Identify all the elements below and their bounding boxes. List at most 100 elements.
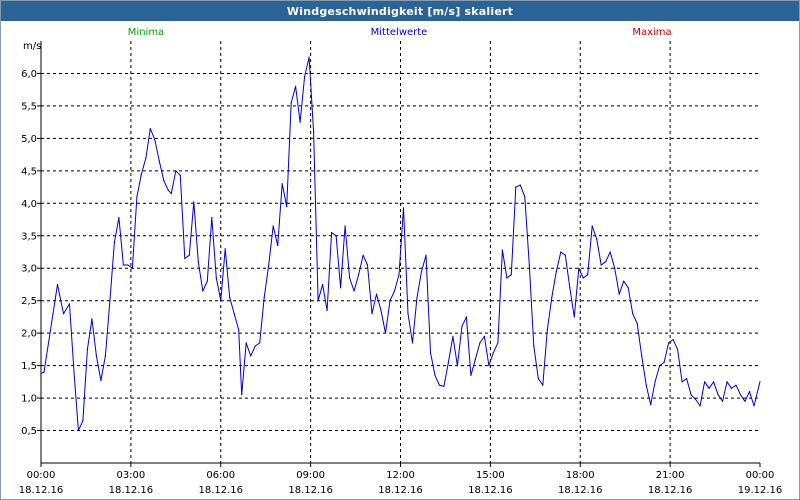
data-point-91 (452, 335, 454, 337)
data-point-52 (277, 244, 279, 247)
x-tick-date-7: 18.12.16 (648, 485, 693, 496)
data-point-82 (411, 342, 414, 344)
data-point-93 (461, 326, 463, 328)
data-point-84 (420, 270, 423, 273)
y-tick-label-8: 4,5 (21, 166, 37, 177)
legend-maxima: Maxima (632, 27, 671, 38)
data-point-62 (322, 283, 324, 286)
data-point-27 (167, 189, 169, 191)
data-point-134 (645, 384, 647, 386)
data-point-76 (384, 332, 387, 334)
data-point-83 (416, 296, 418, 298)
data-point-2 (52, 313, 54, 315)
data-point-136 (654, 381, 656, 383)
data-point-149 (713, 381, 715, 383)
data-point-90 (447, 361, 449, 363)
data-point-126 (609, 251, 611, 253)
data-point-69 (353, 290, 355, 292)
data-point-51 (272, 225, 274, 227)
data-point-38 (215, 277, 217, 279)
data-point-25 (158, 160, 160, 162)
data-point-16 (118, 217, 120, 219)
data-point-119 (578, 267, 580, 269)
y-tick-label-2: 1,5 (21, 361, 37, 372)
data-point-18 (127, 264, 129, 266)
x-tick-date-8: 19.12.16 (738, 485, 783, 496)
data-point-145 (695, 398, 697, 400)
data-point-80 (402, 207, 405, 209)
data-point-140 (672, 339, 674, 341)
data-point-24 (154, 139, 156, 141)
data-point-109 (533, 345, 535, 347)
x-tick-time-1: 03:00 (116, 470, 145, 481)
data-point-67 (344, 225, 346, 227)
data-point-79 (398, 274, 400, 276)
data-point-127 (614, 267, 616, 269)
data-point-78 (393, 290, 396, 292)
data-point-132 (636, 322, 638, 324)
data-point-6 (73, 371, 75, 373)
x-tick-date-0: 18.12.16 (19, 485, 64, 496)
x-tick-date-2: 18.12.16 (198, 485, 243, 496)
data-point-32 (188, 254, 190, 256)
data-point-68 (349, 277, 351, 279)
data-point-110 (537, 378, 539, 380)
data-point-88 (438, 384, 440, 386)
x-tick-time-6: 18:00 (566, 470, 595, 481)
data-point-123 (596, 238, 598, 240)
data-point-144 (690, 394, 692, 396)
y-tick-label-10: 5,5 (21, 101, 37, 112)
data-point-3 (56, 283, 59, 286)
y-tick-label-7: 4,0 (21, 199, 37, 210)
x-tick-time-8: 00:00 (746, 470, 775, 481)
axes (37, 41, 761, 467)
data-point-111 (542, 384, 544, 386)
data-point-5 (68, 303, 71, 305)
data-point-20 (136, 196, 138, 198)
data-point-97 (479, 342, 481, 344)
data-point-85 (425, 254, 427, 256)
data-point-14 (109, 300, 111, 302)
y-tick-label-0: 0,5 (21, 426, 37, 437)
data-point-9 (86, 348, 88, 350)
data-point-53 (281, 183, 283, 185)
data-point-128 (618, 293, 620, 295)
data-point-102 (501, 249, 503, 251)
data-point-98 (483, 335, 485, 337)
data-point-86 (429, 352, 432, 354)
data-point-36 (206, 280, 208, 282)
data-point-95 (470, 374, 472, 376)
data-point-135 (650, 404, 652, 406)
data-point-155 (739, 394, 742, 396)
data-point-58 (304, 76, 306, 78)
data-point-117 (569, 287, 571, 289)
data-point-33 (193, 201, 195, 203)
data-point-100 (492, 352, 494, 354)
x-tick-date-5: 18.12.16 (468, 485, 513, 496)
data-point-10 (91, 318, 93, 320)
data-point-118 (573, 316, 575, 318)
data-point-54 (286, 206, 288, 208)
data-point-30 (179, 174, 181, 176)
data-point-61 (317, 300, 319, 302)
data-point-94 (465, 316, 467, 318)
data-point-48 (259, 342, 261, 344)
data-point-60 (313, 131, 315, 133)
x-tick-time-7: 21:00 (656, 470, 685, 481)
data-point-63 (326, 309, 328, 311)
data-point-101 (497, 342, 499, 344)
data-point-13 (104, 355, 106, 357)
data-point-129 (623, 280, 625, 282)
series (40, 56, 761, 432)
data-point-137 (659, 365, 661, 367)
data-point-150 (717, 394, 719, 396)
data-point-31 (184, 257, 186, 260)
y-axis-unit: m/s (23, 41, 41, 52)
chart-window: Windgeschwindigkeit [m/s] skaliert Minim… (0, 0, 800, 500)
data-point-56 (295, 85, 297, 87)
data-point-124 (600, 264, 602, 266)
y-tick-label-11: 6,0 (21, 69, 37, 80)
data-point-8 (82, 420, 84, 422)
data-point-41 (229, 296, 231, 298)
data-point-89 (443, 385, 445, 387)
